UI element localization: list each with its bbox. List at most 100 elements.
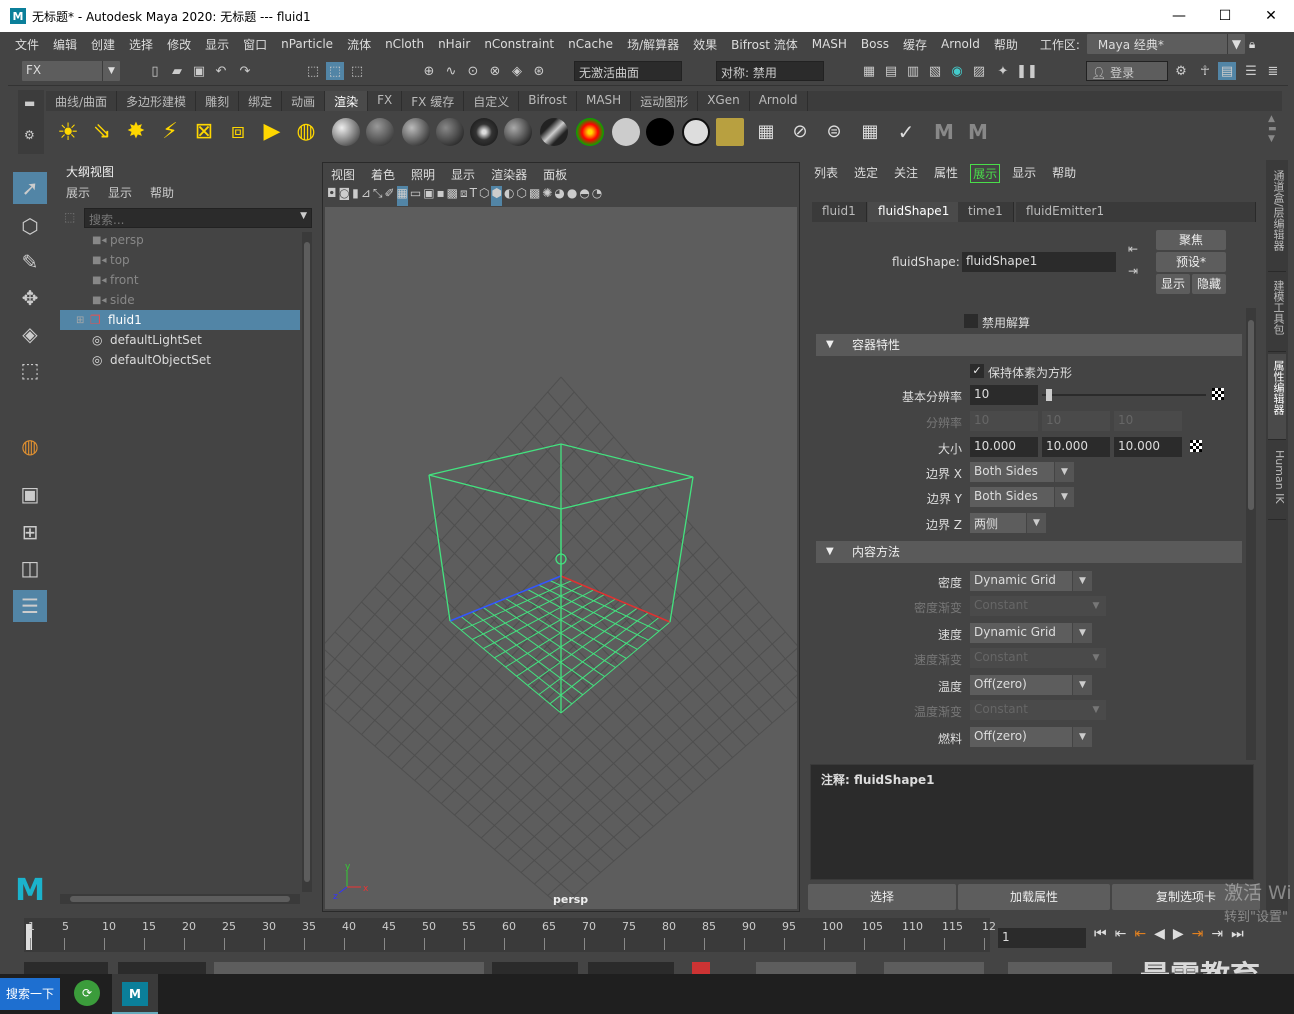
ae-tab-fluidshape1[interactable]: fluidShape1 xyxy=(868,202,961,222)
phong-material-icon[interactable] xyxy=(402,118,430,146)
move-tool-icon[interactable]: ✥ xyxy=(13,282,47,314)
snap-point-icon[interactable]: ⊙ xyxy=(464,62,482,80)
size-x-field[interactable]: 10.000 xyxy=(970,437,1038,457)
timeline-track[interactable]: 1 5 10 15 20 25 30 35 40 45 50 55 60 65 70 75 80 85 90 95 10… xyxy=(24,918,996,952)
new-scene-icon[interactable]: ▯ xyxy=(146,62,164,80)
fps-dropdown[interactable] xyxy=(1008,962,1112,974)
disable-solve-checkbox[interactable] xyxy=(964,314,978,328)
boundary-x-dropdown[interactable]: Both Sides ▼ xyxy=(970,462,1074,482)
grid-icon[interactable]: ▦ xyxy=(396,186,408,206)
auto-key-icon[interactable] xyxy=(692,962,710,974)
paint-select-tool-icon[interactable]: ✎ xyxy=(13,246,47,278)
undo-icon[interactable]: ↶ xyxy=(212,62,230,80)
outliner-layout-icon[interactable]: ☰ xyxy=(13,590,47,622)
shelf-tab-motion-graphics[interactable]: 运动图形 xyxy=(631,91,699,111)
vp-menu-lighting[interactable]: 照明 xyxy=(403,166,443,183)
single-perspective-icon[interactable]: ▣ xyxy=(13,478,47,510)
toon-shader-icon[interactable] xyxy=(682,118,710,146)
grease-pencil-icon[interactable]: ✐ xyxy=(384,186,394,206)
focus-button[interactable]: 聚焦 xyxy=(1156,230,1226,250)
save-scene-icon[interactable]: ▣ xyxy=(190,62,208,80)
render-check-icon[interactable]: ✓ xyxy=(892,118,920,146)
shelf-tab-xgen[interactable]: XGen xyxy=(698,91,750,111)
ae-tab-time1[interactable]: time1 xyxy=(958,202,1014,222)
dof-icon[interactable]: ◔ xyxy=(592,186,602,206)
2d-pan-icon[interactable]: ⤡ xyxy=(373,186,383,206)
keep-square-checkbox[interactable]: ✓ xyxy=(970,364,984,378)
snap-vertex-icon[interactable]: ⊛ xyxy=(530,62,548,80)
modeling-toolkit-icon[interactable]: ⚙ xyxy=(1172,62,1190,80)
anim-start-field[interactable] xyxy=(118,962,206,974)
go-to-end-icon[interactable]: ⏭ xyxy=(1231,926,1244,942)
tab-channel-box[interactable]: 通道盒/层编辑器 xyxy=(1268,164,1286,272)
lasso-tool-icon[interactable]: ⬡ xyxy=(13,210,47,242)
boundary-z-dropdown[interactable]: 两侧 ▼ xyxy=(970,513,1046,533)
menuset-dropdown[interactable]: FX ▼ xyxy=(22,61,120,81)
menu-help[interactable]: 帮助 xyxy=(987,36,1025,53)
shelf-tab-rendering[interactable]: 渲染 xyxy=(325,91,369,111)
xray-icon[interactable]: ▩ xyxy=(529,186,540,206)
menu-nhair[interactable]: nHair xyxy=(431,37,477,51)
open-scene-icon[interactable]: ▰ xyxy=(168,62,186,80)
menu-nconstraint[interactable]: nConstraint xyxy=(477,37,561,51)
close-button[interactable]: ✕ xyxy=(1248,0,1294,32)
outliner-item-fluid1[interactable]: ⊞ ❒ fluid1 xyxy=(60,310,300,330)
outliner-menu-show[interactable]: 展示 xyxy=(66,184,90,201)
menu-bifrost-fluids[interactable]: Bifrost 流体 xyxy=(724,36,805,53)
attribute-editor-toggle-icon[interactable]: ▤ xyxy=(1218,62,1236,80)
fuel-dropdown[interactable]: Off(zero) ▼ xyxy=(970,727,1092,747)
vp-menu-shading[interactable]: 着色 xyxy=(363,166,403,183)
show-button[interactable]: 显示 xyxy=(1156,274,1190,294)
step-forward-frame-icon[interactable]: ⇥ xyxy=(1192,926,1204,942)
menu-arnold[interactable]: Arnold xyxy=(934,37,987,51)
outliner-menu-help[interactable]: 帮助 xyxy=(150,184,174,201)
tab-modeling-toolkit[interactable]: 建模工具包 xyxy=(1268,274,1286,352)
safe-action-icon[interactable]: ⧈ xyxy=(460,186,468,206)
load-attributes-button[interactable]: 加载属性 xyxy=(958,884,1110,910)
ae-menu-show[interactable]: 展示 xyxy=(970,164,1001,183)
viewport-canvas[interactable]: y x z persp xyxy=(325,207,797,909)
shelf-gear-icon[interactable]: ⚙ xyxy=(24,128,35,142)
size-y-field[interactable]: 10.000 xyxy=(1042,437,1110,457)
ae-menu-attributes[interactable]: 属性 xyxy=(926,164,966,183)
outliner-item-front[interactable]: ■◂ front xyxy=(60,270,300,290)
maya-home-icon[interactable]: M xyxy=(13,873,47,908)
input-connection-icon[interactable]: ⇤ xyxy=(1128,242,1138,256)
render-setup-icon[interactable]: ⊘ xyxy=(786,118,814,146)
menu-modify[interactable]: 修改 xyxy=(160,36,198,53)
render-frame-icon[interactable]: ▤ xyxy=(882,62,900,80)
image-plane-icon[interactable]: ⊿ xyxy=(361,186,371,206)
menu-fluids[interactable]: 流体 xyxy=(340,36,378,53)
volume-light-icon[interactable]: ⧈ xyxy=(224,118,252,146)
pause-render-icon[interactable]: ❚❚ xyxy=(1016,62,1038,80)
shelf-scroll-icon[interactable]: ▲ ▬ ▼ xyxy=(1268,114,1277,144)
menu-boss[interactable]: Boss xyxy=(854,37,896,51)
scroll-thumb[interactable] xyxy=(304,242,310,882)
section-container-properties[interactable]: ▼ 容器特性 xyxy=(816,334,1242,356)
slider-handle[interactable] xyxy=(1046,389,1052,401)
vp-menu-view[interactable]: 视图 xyxy=(323,166,363,183)
vp-menu-panels[interactable]: 面板 xyxy=(535,166,575,183)
shelf-tab-fx[interactable]: FX xyxy=(368,91,403,111)
bookmark-icon[interactable]: ▮ xyxy=(352,186,359,206)
ae-tab-fluid1[interactable]: fluid1 xyxy=(812,202,867,222)
outliner-vscrollbar[interactable] xyxy=(302,232,312,892)
shelf-tab-poly[interactable]: 多边形建模 xyxy=(117,91,197,111)
menu-cache[interactable]: 缓存 xyxy=(896,36,934,53)
render-wave-icon[interactable] xyxy=(716,118,744,146)
persp-outliner-icon[interactable]: ◫ xyxy=(13,552,47,584)
surface-shader-icon[interactable] xyxy=(576,118,604,146)
blinn-material-icon[interactable] xyxy=(332,118,360,146)
maya-taskbar-button[interactable]: M xyxy=(112,974,158,1014)
select-tool-icon[interactable]: ➚ xyxy=(13,172,47,204)
snap-view-icon[interactable]: ⊗ xyxy=(486,62,504,80)
play-forward-icon[interactable]: ▶ xyxy=(1173,926,1184,942)
camera-icon[interactable]: ▶ xyxy=(258,118,286,146)
field-chart-icon[interactable]: ▩ xyxy=(447,186,458,206)
ae-menu-focus[interactable]: 关注 xyxy=(886,164,926,183)
ae-menu-display[interactable]: 显示 xyxy=(1004,164,1044,183)
ae-tab-fluidemitter1[interactable]: fluidEmitter1 xyxy=(1016,202,1256,222)
select-object-icon[interactable]: ⬚ xyxy=(326,62,344,80)
scale-tool-icon[interactable]: ⬚ xyxy=(13,354,47,386)
camera-select-icon[interactable]: ◘ xyxy=(327,186,337,206)
